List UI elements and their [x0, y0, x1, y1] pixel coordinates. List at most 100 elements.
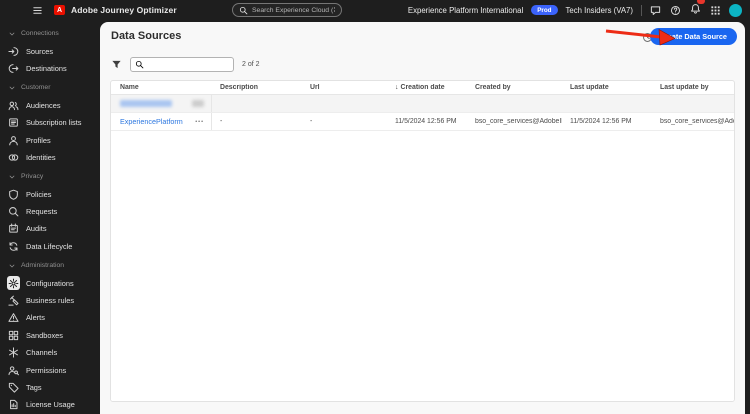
- sidebar-section-privacy[interactable]: Privacy: [0, 168, 100, 185]
- org-name: Experience Platform International: [407, 5, 524, 15]
- sidebar-item-subscription-lists[interactable]: Subscription lists: [0, 114, 100, 131]
- column-header-creation_date[interactable]: ↓ Creation date: [387, 84, 467, 91]
- column-header-url[interactable]: Url: [302, 84, 387, 91]
- cell-created-by: bso_core_services@AdobeID: [475, 118, 562, 125]
- sidebar-item-label: Tags: [26, 383, 42, 392]
- adobe-logo: A: [54, 5, 65, 15]
- filter-funnel-icon[interactable]: [111, 59, 122, 70]
- global-search[interactable]: [232, 3, 342, 17]
- sidebar-section-customer[interactable]: Customer: [0, 79, 100, 96]
- sidebar-item-audits[interactable]: Audits: [0, 220, 100, 237]
- column-header-label: Last update by: [660, 84, 709, 91]
- column-header-last_update[interactable]: Last update: [562, 84, 652, 91]
- channels-icon: [7, 346, 20, 359]
- sidebar-item-label: Channels: [26, 348, 58, 358]
- hamburger-menu-icon[interactable]: [32, 5, 43, 16]
- search-icon: [135, 60, 144, 69]
- app-title: Adobe Journey Optimizer: [71, 5, 177, 15]
- cell-last-update: 11/5/2024 12:56 PM: [570, 118, 632, 125]
- sidebar-item-sandboxes[interactable]: Sandboxes: [0, 327, 100, 344]
- table-search-input[interactable]: [147, 59, 229, 69]
- sidebar-item-label: Sources: [26, 46, 54, 56]
- business-rules-icon: [7, 294, 20, 307]
- cell-creation-date: 11/5/2024 12:56 PM: [395, 118, 457, 125]
- app-switcher-grid-icon[interactable]: [710, 5, 721, 16]
- sidebar-item-label: Sandboxes: [26, 330, 63, 340]
- sidebar-item-data-lifecycle[interactable]: Data Lifecycle: [0, 238, 100, 255]
- sidebar-item-configurations[interactable]: Configurations: [0, 274, 100, 291]
- sidebar-item-label: Profiles: [26, 135, 51, 145]
- sidebar-item-label: License Usage: [26, 400, 75, 410]
- column-header-created_by[interactable]: Created by: [467, 84, 562, 91]
- sidebar-item-license-usage[interactable]: License Usage: [0, 396, 100, 413]
- chevron-down-icon: [8, 30, 16, 38]
- identities-icon: [7, 151, 20, 164]
- sidebar-item-label: Audits: [26, 224, 47, 234]
- chevron-down-icon: [8, 173, 16, 181]
- column-header-label: Last update: [570, 84, 609, 91]
- sandbox-name[interactable]: Tech Insiders (VA7): [566, 6, 633, 15]
- sidebar-item-requests[interactable]: Requests: [0, 203, 100, 220]
- column-header-label: Url: [310, 84, 320, 91]
- requests-icon: [7, 205, 20, 218]
- feedback-icon[interactable]: [650, 5, 661, 16]
- table-row-redacted[interactable]: [111, 95, 734, 113]
- sidebar-item-label: Audiences: [26, 100, 61, 110]
- user-avatar[interactable]: [729, 3, 742, 17]
- data-lifecycle-icon: [7, 240, 20, 253]
- create-data-source-button[interactable]: Create Data Source: [649, 28, 737, 45]
- redacted-name: [120, 100, 172, 107]
- sidebar-item-label: Requests: [26, 207, 58, 217]
- sidebar-section-label: Customer: [21, 84, 51, 92]
- sidebar-item-label: Policies: [26, 189, 52, 199]
- chevron-down-icon: [8, 84, 16, 92]
- sidebar-item-audiences[interactable]: Audiences: [0, 97, 100, 114]
- help-icon[interactable]: [670, 5, 681, 16]
- sidebar-item-profiles[interactable]: Profiles: [0, 131, 100, 148]
- sources-icon: [7, 45, 20, 58]
- sidebar-item-channels[interactable]: Channels: [0, 344, 100, 361]
- more-options-button[interactable]: •••: [195, 119, 204, 125]
- sidebar-item-label: Configurations: [26, 278, 74, 288]
- sidebar-section-label: Connections: [21, 30, 59, 38]
- sidebar-item-label: Alerts: [26, 313, 45, 323]
- destinations-icon: [7, 62, 20, 75]
- sidebar-item-sources[interactable]: Sources: [0, 42, 100, 59]
- sidebar-section-label: Administration: [21, 262, 65, 270]
- sidebar-item-label: Identities: [26, 152, 56, 162]
- sidebar-section-administration[interactable]: Administration: [0, 257, 100, 274]
- column-header-last_update_by[interactable]: Last update by: [652, 84, 734, 91]
- audits-icon: [7, 222, 20, 235]
- sort-desc-icon: ↓: [395, 84, 399, 91]
- audiences-icon: [7, 99, 20, 112]
- table-header-row: Name Description Url ↓ Creation date Created …: [111, 81, 734, 95]
- filter-row: 2 of 2: [111, 56, 745, 72]
- page-title: Data Sources: [111, 30, 182, 42]
- sidebar-item-label: Destinations: [26, 63, 67, 73]
- environment-badge[interactable]: Prod: [531, 5, 558, 15]
- sidebar-item-tags[interactable]: Tags: [0, 379, 100, 396]
- topbar-separator: [641, 4, 642, 16]
- sidebar-section-connections[interactable]: Connections: [0, 25, 100, 42]
- column-header-description[interactable]: Description: [212, 84, 302, 91]
- table-empty-area: [111, 131, 734, 401]
- data-source-link[interactable]: ExperiencePlatform: [120, 117, 183, 126]
- column-header-label: Name: [120, 84, 139, 91]
- column-header-name[interactable]: Name: [111, 84, 212, 91]
- cell-last-update-by: bso_core_services@AdobeID: [660, 118, 734, 125]
- sidebar-item-label: Subscription lists: [26, 118, 82, 128]
- table-search[interactable]: [130, 56, 234, 72]
- notifications-bell-icon[interactable]: [690, 0, 705, 19]
- license-usage-icon: [7, 398, 20, 411]
- global-search-input[interactable]: [252, 6, 335, 14]
- sidebar-item-policies[interactable]: Policies: [0, 186, 100, 203]
- sidebar-section-label: Privacy: [21, 173, 44, 181]
- permissions-icon: [7, 364, 20, 377]
- panel-header: Data Sources Create Data Source: [100, 22, 745, 52]
- sidebar-item-identities[interactable]: Identities: [0, 149, 100, 166]
- sidebar-item-alerts[interactable]: Alerts: [0, 309, 100, 326]
- sidebar-item-destinations[interactable]: Destinations: [0, 60, 100, 77]
- sidebar-item-permissions[interactable]: Permissions: [0, 361, 100, 378]
- sidebar-item-business-rules[interactable]: Business rules: [0, 292, 100, 309]
- subscription-lists-icon: [7, 116, 20, 129]
